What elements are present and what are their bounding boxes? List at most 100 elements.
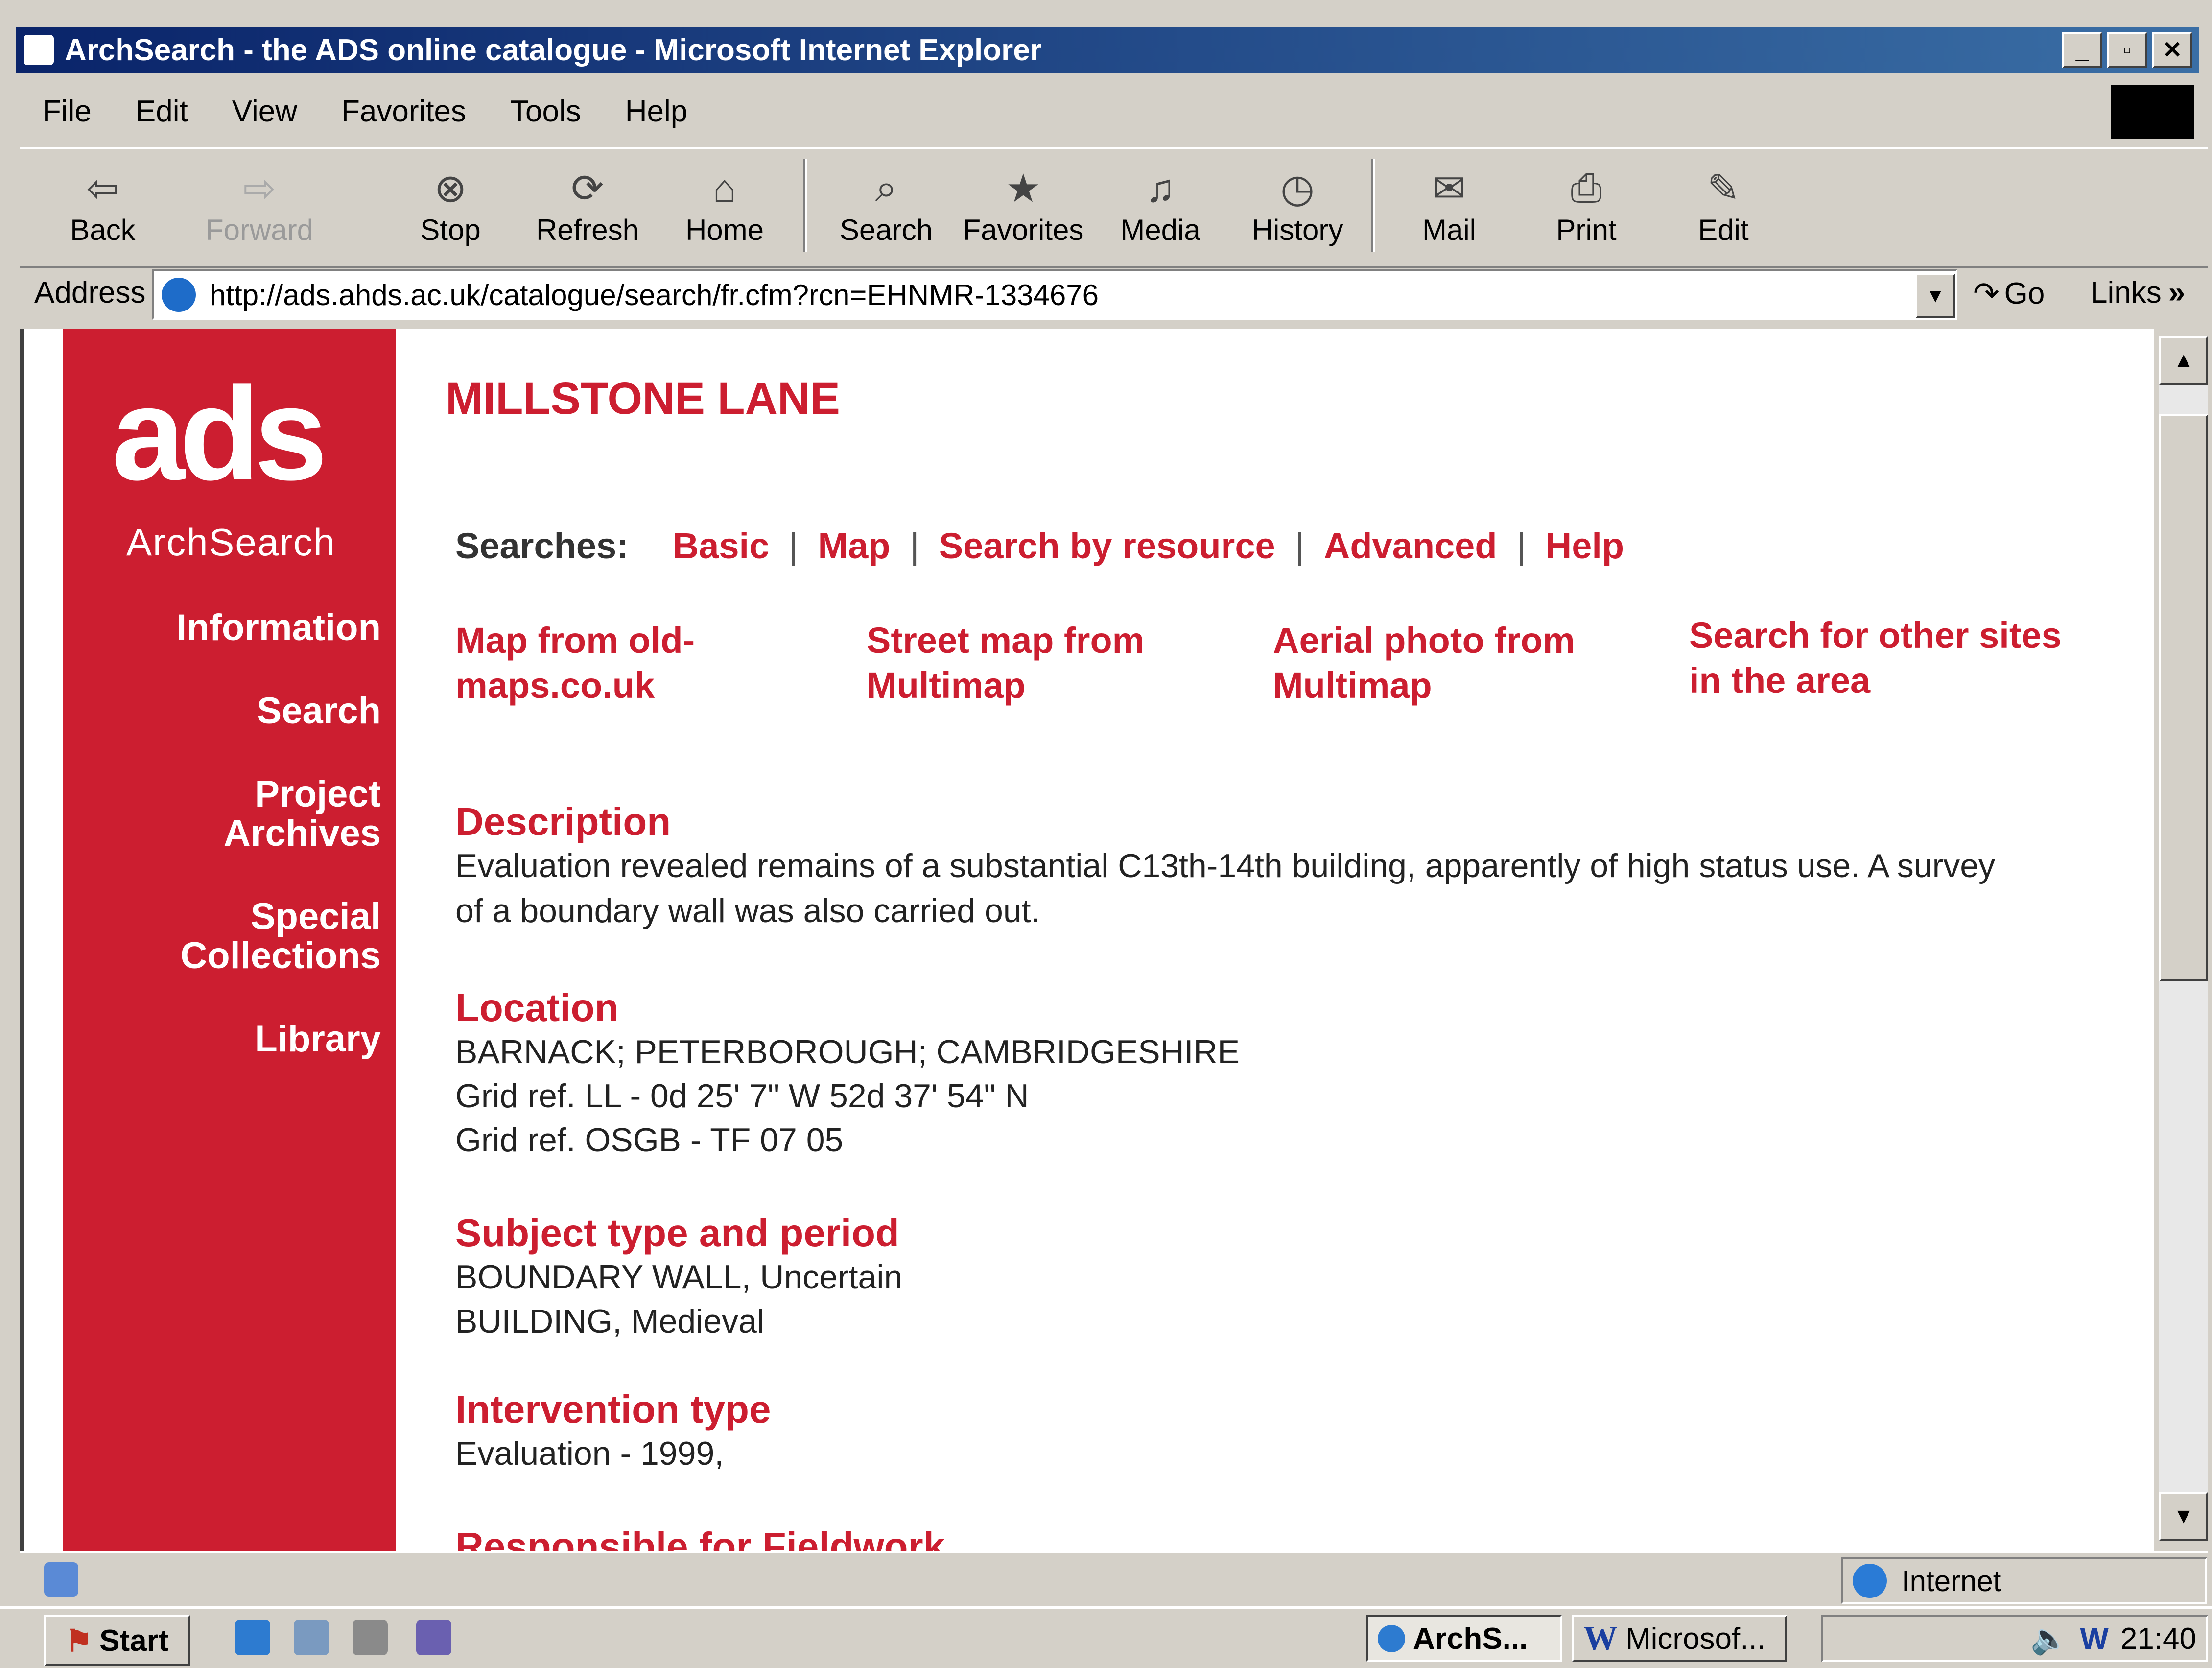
toolbar-separator — [803, 159, 807, 252]
search-link-basic[interactable]: Basic — [673, 525, 769, 567]
links-button[interactable]: Links » — [2091, 275, 2185, 310]
toolbar-separator — [1371, 159, 1375, 252]
intervention-heading: Intervention type — [455, 1387, 771, 1431]
search-link-advanced[interactable]: Advanced — [1324, 525, 1497, 567]
street-map-link[interactable]: Street map from Multimap — [867, 618, 1144, 708]
subject-line: BOUNDARY WALL, Uncertain — [455, 1259, 903, 1296]
chevron-right-icon: » — [2168, 276, 2186, 310]
intervention-line: Evaluation - 1999, — [455, 1435, 724, 1472]
ie-quicklaunch-icon[interactable] — [235, 1620, 270, 1655]
menu-edit[interactable]: Edit — [136, 94, 188, 129]
scroll-up-button[interactable]: ▲ — [2159, 336, 2208, 385]
close-button[interactable]: ✕ — [2152, 32, 2192, 68]
link-separator: | — [910, 525, 919, 566]
ads-logo: ads — [112, 360, 328, 508]
taskbar: ⚑ Start ArchS... W Microsof... 🔈 W 21:40 — [0, 1606, 2212, 1668]
mail-button[interactable]: ✉ Mail — [1386, 149, 1513, 262]
windows-logo-icon — [2111, 85, 2194, 139]
page-title: MILLSTONE LANE — [446, 374, 840, 424]
main-content: MILLSTONE LANE Searches: Basic | Map | S… — [446, 329, 2140, 1551]
address-url: http://ads.ahds.ac.uk/catalogue/search/f… — [210, 278, 1099, 311]
link-separator: | — [789, 525, 799, 566]
subject-heading: Subject type and period — [455, 1211, 899, 1255]
location-place: BARNACK; PETERBOROUGH; CAMBRIDGESHIRE — [455, 1033, 1240, 1071]
menu-bar: File Edit View Favorites Tools Help — [16, 74, 2199, 148]
print-icon: ⎙ — [1571, 166, 1602, 210]
internet-globe-icon — [1853, 1564, 1887, 1598]
outlook-quicklaunch-icon[interactable] — [294, 1620, 329, 1655]
word-task-icon: W — [1583, 1620, 1618, 1657]
search-link-resource[interactable]: Search by resource — [939, 525, 1275, 567]
link-separator: | — [1516, 525, 1526, 566]
menu-favorites[interactable]: Favorites — [341, 94, 466, 129]
nav-special-collections[interactable]: Special Collections — [180, 897, 381, 976]
go-arrow-icon: ↷ — [1973, 276, 2000, 311]
word-tray-icon[interactable]: W — [2080, 1621, 2109, 1656]
nav-search[interactable]: Search — [257, 691, 381, 731]
address-label: Address — [34, 276, 146, 310]
media-quicklaunch-icon[interactable] — [416, 1620, 451, 1655]
ie-task-icon — [1378, 1625, 1405, 1652]
search-link-help[interactable]: Help — [1546, 525, 1624, 567]
go-button[interactable]: ↷ Go — [1973, 275, 2045, 312]
search-button[interactable]: ⌕ Search — [823, 149, 950, 262]
history-icon: ◷ — [1280, 167, 1315, 210]
taskbar-item-archsearch[interactable]: ArchS... — [1366, 1615, 1562, 1662]
scroll-down-button[interactable]: ▼ — [2159, 1492, 2208, 1541]
refresh-icon: ⟳ — [571, 167, 604, 210]
home-icon: ⌂ — [712, 166, 737, 210]
aerial-photo-link[interactable]: Aerial photo from Multimap — [1273, 618, 1575, 708]
menu-help[interactable]: Help — [625, 94, 688, 129]
history-button[interactable]: ◷ History — [1234, 149, 1361, 262]
toolbar: ⇦ Back ⇨ Forward ⊗ Stop ⟳ Refresh ⌂ Home… — [20, 147, 2208, 268]
forward-button[interactable]: ⇨ Forward — [196, 149, 323, 262]
old-maps-link[interactable]: Map from old- maps.co.uk — [455, 618, 695, 708]
stop-button[interactable]: ⊗ Stop — [387, 149, 514, 262]
page-icon — [162, 278, 196, 312]
refresh-button[interactable]: ⟳ Refresh — [524, 149, 651, 262]
mail-icon: ✉ — [1433, 167, 1466, 210]
window-title: ArchSearch - the ADS online catalogue - … — [65, 33, 1042, 67]
taskbar-item-word[interactable]: W Microsof... — [1572, 1615, 1787, 1662]
windows-flag-icon: ⚑ — [65, 1624, 93, 1658]
clock: 21:40 — [2120, 1621, 2196, 1656]
search-icon: ⌕ — [875, 166, 897, 210]
address-input[interactable]: http://ads.ahds.ac.uk/catalogue/search/f… — [152, 269, 1957, 320]
edit-icon: ✎ — [1707, 167, 1740, 210]
media-button[interactable]: ♫ Media — [1097, 149, 1224, 262]
location-heading: Location — [455, 986, 619, 1029]
minimize-button[interactable]: _ — [2062, 32, 2102, 68]
print-button[interactable]: ⎙ Print — [1523, 149, 1650, 262]
security-zone: Internet — [1841, 1557, 2207, 1604]
description-heading: Description — [455, 800, 671, 843]
subject-line: BUILDING, Medieval — [455, 1303, 765, 1340]
stop-icon: ⊗ — [434, 167, 467, 210]
menu-tools[interactable]: Tools — [510, 94, 581, 129]
favorites-icon: ★ — [1006, 167, 1041, 210]
other-sites-link[interactable]: Search for other sites in the area — [1689, 613, 2062, 703]
address-dropdown-button[interactable]: ▼ — [1915, 273, 1955, 318]
vertical-scrollbar[interactable]: ▲ ▼ — [2159, 336, 2208, 1541]
start-button[interactable]: ⚑ Start — [44, 1615, 190, 1666]
speaker-icon[interactable]: 🔈 — [2030, 1621, 2068, 1657]
scroll-thumb[interactable] — [2159, 414, 2208, 981]
menu-view[interactable]: View — [232, 94, 297, 129]
maximize-button[interactable]: ▫ — [2107, 32, 2147, 68]
media-icon: ♫ — [1146, 166, 1175, 210]
menu-file[interactable]: File — [43, 94, 92, 129]
favorites-button[interactable]: ★ Favorites — [960, 149, 1087, 262]
nav-information[interactable]: Information — [176, 608, 381, 647]
site-sidebar: ads ArchSearch Information Search Projec… — [63, 329, 396, 1551]
home-button[interactable]: ⌂ Home — [661, 149, 788, 262]
link-separator: | — [1294, 525, 1304, 566]
searches-label: Searches: — [455, 525, 629, 566]
page-status-icon — [44, 1562, 78, 1597]
search-links-row: Searches: Basic | Map | Search by resour… — [455, 525, 1624, 567]
back-button[interactable]: ⇦ Back — [39, 149, 166, 262]
edit-button[interactable]: ✎ Edit — [1660, 149, 1787, 262]
nav-library[interactable]: Library — [255, 1020, 381, 1059]
nav-project-archives[interactable]: Project Archives — [224, 775, 381, 853]
desktop-quicklaunch-icon[interactable] — [353, 1620, 388, 1655]
search-link-map[interactable]: Map — [818, 525, 890, 567]
location-grid-osgb: Grid ref. OSGB - TF 07 05 — [455, 1121, 844, 1159]
